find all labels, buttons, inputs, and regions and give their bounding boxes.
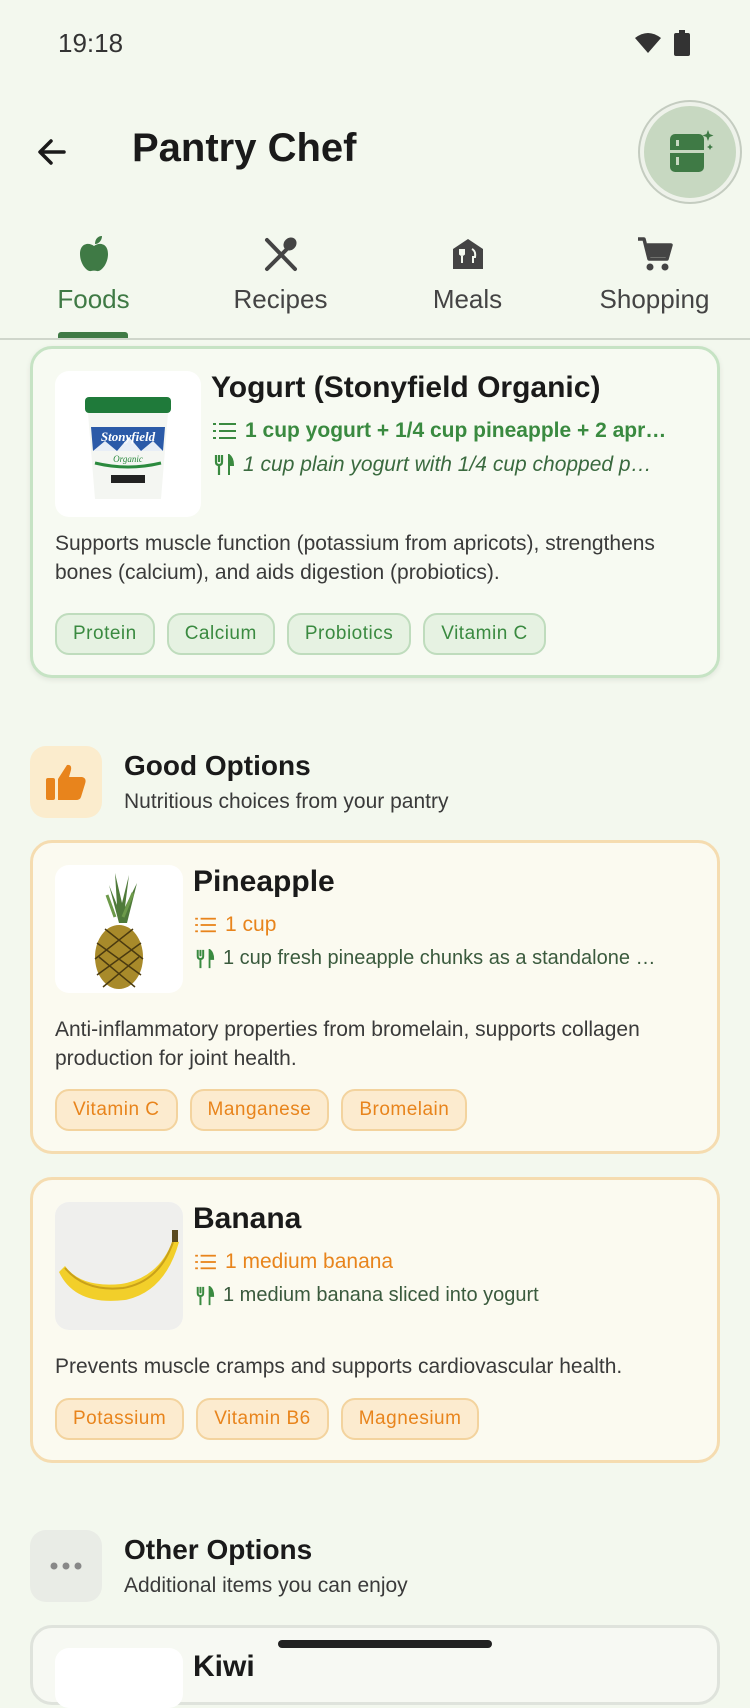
battery-icon	[674, 30, 690, 56]
food-description: Prevents muscle cramps and supports card…	[55, 1355, 623, 1378]
section-header-other: Other Options Additional items you can e…	[30, 1530, 720, 1610]
nutrient-tag: Protein	[55, 613, 155, 655]
nutrient-tag: Bromelain	[341, 1089, 468, 1131]
wifi-icon	[635, 33, 661, 53]
ai-pantry-button[interactable]	[640, 102, 740, 202]
serving-text: 1 cup plain yogurt with 1/4 cup chopped …	[243, 453, 652, 476]
fork-knife-icon	[196, 948, 215, 968]
food-description: Anti-inflammatory properties from bromel…	[55, 1018, 640, 1070]
food-image-kiwi	[55, 1648, 183, 1708]
food-name: Banana	[193, 1202, 302, 1235]
food-image-yogurt: Stonyfield Organic	[55, 371, 201, 517]
section-subtitle: Additional items you can enjoy	[124, 1574, 408, 1597]
portion-line: 1 cup yogurt + 1/4 cup pineapple + 2 apr…	[213, 419, 683, 443]
house-utensils-icon	[452, 239, 483, 269]
serving-text: 1 cup fresh pineapple chunks as a standa…	[223, 947, 656, 969]
portion-line: 1 medium banana	[195, 1250, 685, 1274]
arrow-left-icon	[38, 139, 66, 165]
food-name: Kiwi	[193, 1650, 255, 1683]
nutrient-tag: Calcium	[166, 613, 275, 655]
svg-text:Stonyfield: Stonyfield	[101, 429, 156, 444]
serving-text: 1 medium banana sliced into yogurt	[223, 1284, 539, 1306]
section-title: Other Options	[124, 1534, 313, 1565]
food-image-banana	[55, 1202, 183, 1330]
status-icons	[634, 30, 690, 56]
list-icon	[213, 423, 236, 439]
fork-knife-icon	[214, 454, 235, 475]
food-image-pineapple	[55, 865, 183, 993]
nutrient-tag: Magnesium	[340, 1398, 480, 1440]
nutrient-tag: Probiotics	[286, 613, 412, 655]
food-card-yogurt[interactable]: Stonyfield Organic Yogurt (Stonyfield Or…	[30, 346, 720, 678]
food-description: Supports muscle function (potassium from…	[55, 532, 655, 584]
portion-text: 1 cup	[225, 913, 277, 936]
nutrient-tag: Manganese	[189, 1089, 330, 1131]
tab-meals[interactable]: Meals	[374, 220, 561, 338]
tab-active-indicator	[58, 332, 128, 338]
portion-text: 1 medium banana	[225, 1250, 394, 1273]
nutrient-tag: Vitamin B6	[196, 1398, 329, 1440]
cart-icon	[637, 237, 673, 271]
tab-label: Recipes	[233, 284, 328, 314]
page-title: Pantry Chef	[132, 126, 357, 170]
tab-shopping[interactable]: Shopping	[561, 220, 748, 338]
serving-line: 1 cup fresh pineapple chunks as a standa…	[195, 947, 685, 970]
svg-text:Organic: Organic	[113, 454, 143, 464]
section-header-good: Good Options Nutritious choices from you…	[30, 746, 720, 826]
food-card-kiwi[interactable]: Kiwi	[30, 1625, 720, 1708]
nutrient-tag: Potassium	[55, 1398, 185, 1440]
app-bar: Pantry Chef	[0, 100, 750, 210]
more-horizontal-icon	[50, 1562, 82, 1570]
fridge-sparkle-icon	[670, 130, 714, 172]
food-card-banana[interactable]: Banana 1 medium banana 1 medium banana s…	[30, 1177, 720, 1463]
food-name: Pineapple	[193, 865, 335, 898]
food-card-pineapple[interactable]: Pineapple 1 cup 1 cup fresh pineapple ch…	[30, 840, 720, 1154]
nutrient-tag: Vitamin C	[55, 1089, 178, 1131]
portion-text: 1 cup yogurt + 1/4 cup pineapple + 2 apr…	[245, 419, 667, 442]
serving-line: 1 medium banana sliced into yogurt	[195, 1284, 685, 1307]
tab-label: Foods	[57, 284, 130, 314]
home-indicator[interactable]	[278, 1640, 492, 1648]
back-button[interactable]	[30, 130, 74, 174]
tab-bar: Foods Recipes Meals Shopping	[0, 220, 750, 340]
food-name: Yogurt (Stonyfield Organic)	[211, 371, 601, 404]
section-icon	[30, 1530, 102, 1602]
nutrient-tags: Potassium Vitamin B6 Magnesium	[55, 1398, 480, 1440]
list-icon	[195, 917, 216, 933]
status-bar: 19:18	[0, 0, 750, 90]
nutrient-tags: Protein Calcium Probiotics Vitamin C	[55, 613, 546, 655]
section-subtitle: Nutritious choices from your pantry	[124, 790, 449, 813]
serving-line: 1 cup plain yogurt with 1/4 cup chopped …	[213, 453, 683, 477]
status-time: 19:18	[58, 28, 124, 58]
fork-knife-icon	[196, 1285, 215, 1305]
tab-label: Shopping	[599, 284, 710, 314]
thumbs-up-icon	[46, 764, 86, 800]
section-title: Good Options	[124, 750, 311, 781]
nutrient-tag: Vitamin C	[423, 613, 546, 655]
tab-recipes[interactable]: Recipes	[187, 220, 374, 338]
tab-label: Meals	[432, 284, 503, 314]
list-icon	[195, 1254, 216, 1270]
tab-foods[interactable]: Foods	[0, 220, 187, 338]
section-icon	[30, 746, 102, 818]
portion-line: 1 cup	[195, 913, 685, 937]
nutrient-tags: Vitamin C Manganese Bromelain	[55, 1089, 468, 1131]
utensils-crossed-icon	[264, 237, 297, 271]
apple-icon	[79, 236, 108, 272]
